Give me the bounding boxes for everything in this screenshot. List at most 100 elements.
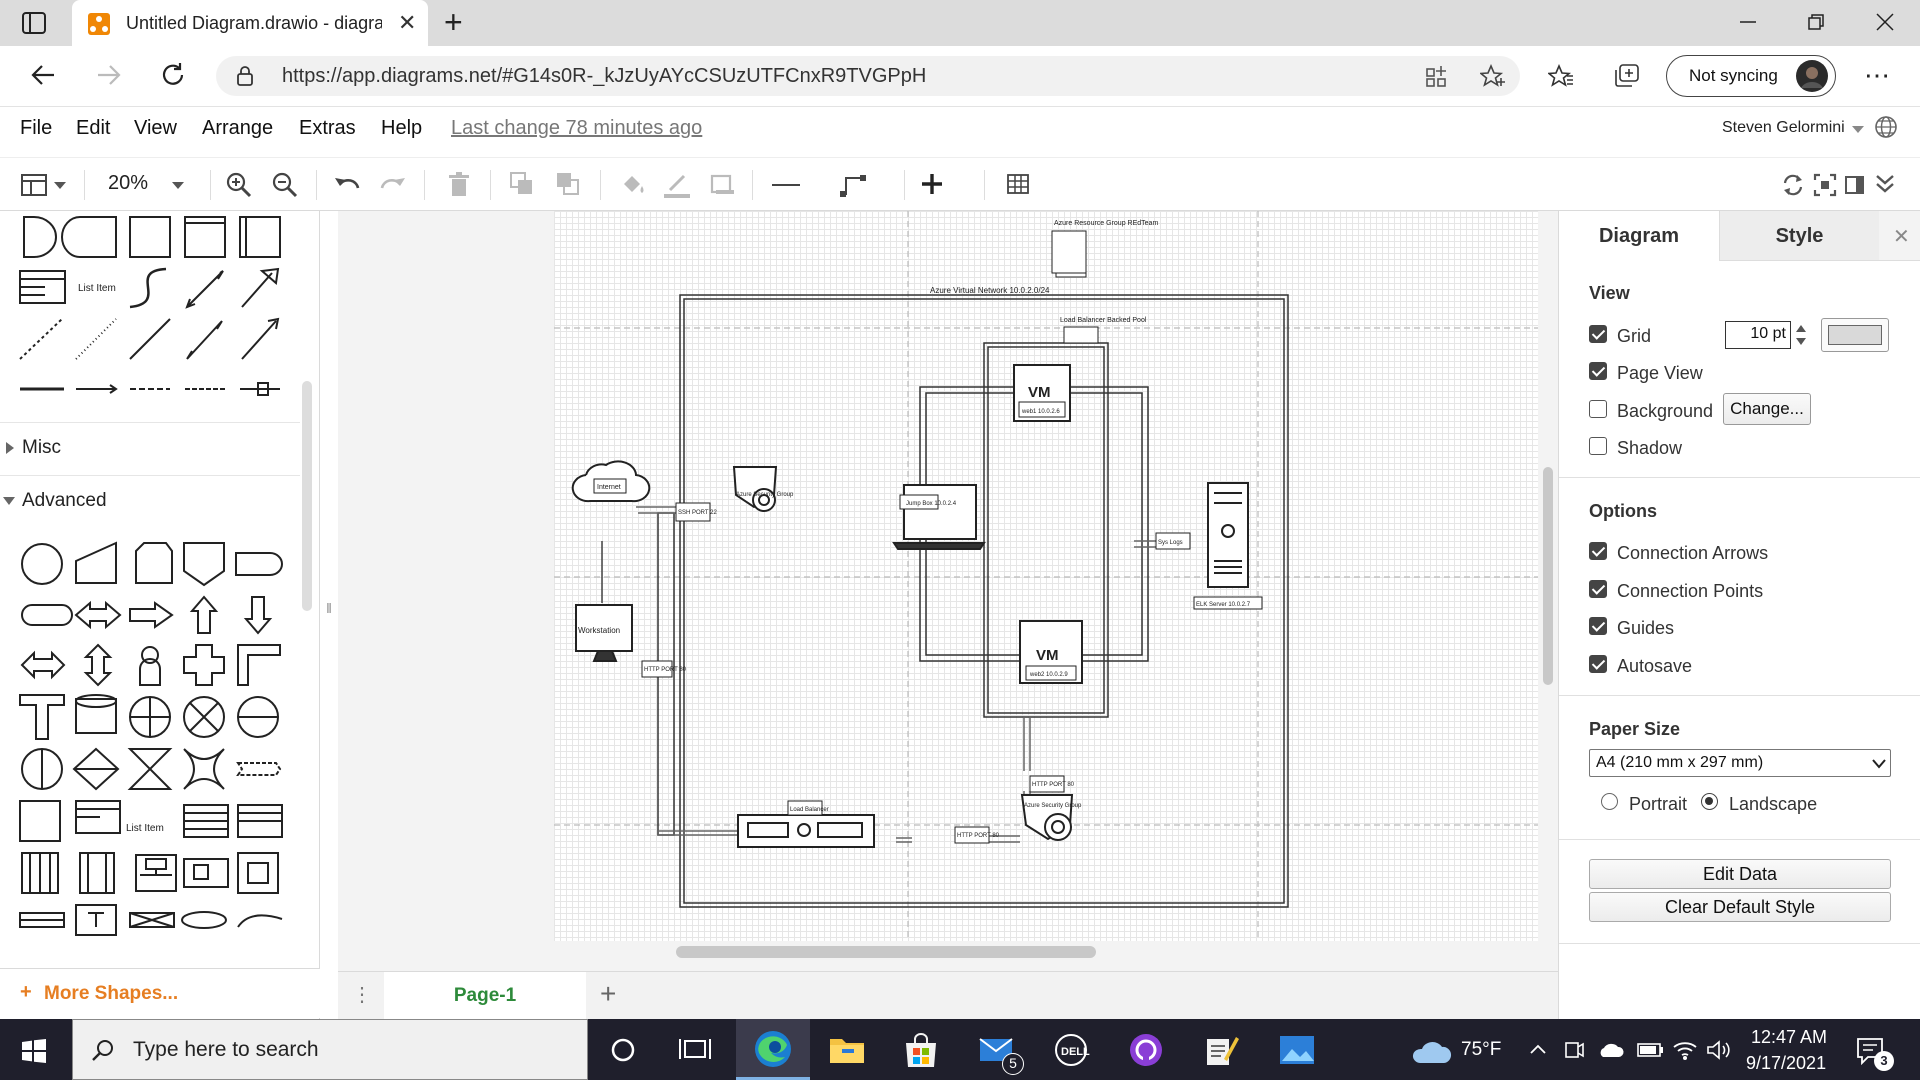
- url-field[interactable]: https://app.diagrams.net/#G14s0R-_kJzUyA…: [216, 56, 1520, 96]
- tab-close-icon[interactable]: ✕: [398, 10, 416, 36]
- page-tab-1[interactable]: Page-1: [384, 972, 586, 1020]
- grid-size-input[interactable]: 10 pt: [1725, 321, 1791, 349]
- github-desktop-icon[interactable]: [1127, 1031, 1165, 1069]
- section-advanced[interactable]: Advanced: [0, 475, 300, 525]
- tab-style[interactable]: Style: [1719, 211, 1879, 261]
- taskbar-search-box[interactable]: Type here to search: [72, 1019, 588, 1080]
- autosave-checkbox[interactable]: [1589, 655, 1607, 673]
- collections-icon[interactable]: [1614, 64, 1640, 88]
- table-icon[interactable]: [1006, 170, 1036, 200]
- add-page-button[interactable]: +: [600, 978, 616, 1010]
- shadow-checkbox[interactable]: [1589, 437, 1607, 455]
- temperature[interactable]: 75°F: [1461, 1039, 1501, 1061]
- menu-extras[interactable]: Extras: [299, 117, 356, 140]
- collapse-icon[interactable]: [1872, 170, 1902, 200]
- sidebar-resize-handle[interactable]: ‖: [321, 600, 337, 630]
- url-text[interactable]: https://app.diagrams.net/#G14s0R-_kJzUyA…: [282, 65, 926, 88]
- portrait-radio[interactable]: [1601, 793, 1618, 810]
- chevron-down-icon[interactable]: [54, 182, 66, 190]
- insert-icon[interactable]: [922, 170, 952, 200]
- onedrive-cloud-icon[interactable]: [1598, 1041, 1624, 1059]
- lock-icon[interactable]: [236, 66, 254, 86]
- active-browser-tab[interactable]: Untitled Diagram.drawio - diagra ✕: [72, 0, 428, 46]
- general-shapes-palette[interactable]: List Item: [0, 211, 300, 411]
- section-misc[interactable]: Misc: [0, 422, 300, 472]
- zoom-in-icon[interactable]: [224, 170, 254, 200]
- minimize-icon[interactable]: [1740, 20, 1756, 24]
- clock-time[interactable]: 12:47 AM: [1751, 1027, 1827, 1048]
- connection-icon[interactable]: [772, 170, 802, 200]
- menu-view[interactable]: View: [134, 117, 177, 140]
- language-globe-icon[interactable]: [1874, 115, 1898, 139]
- battery-icon[interactable]: [1636, 1041, 1664, 1059]
- show-hidden-icons-chevron-icon[interactable]: [1530, 1043, 1546, 1055]
- grid-size-stepper-icon[interactable]: [1795, 322, 1807, 348]
- window-close-icon[interactable]: [1876, 13, 1894, 31]
- user-name[interactable]: Steven Gelormini: [1722, 119, 1845, 137]
- edge-browser-icon[interactable]: [753, 1029, 791, 1067]
- diagram-drawing[interactable]: Azure Resource Group REdTeam Azure Virtu…: [554, 211, 1538, 941]
- guides-checkbox[interactable]: [1589, 617, 1607, 635]
- profile-sync-button[interactable]: Not syncing: [1666, 55, 1836, 97]
- menu-edit[interactable]: Edit: [76, 117, 110, 140]
- task-view-icon[interactable]: [676, 1031, 714, 1069]
- sidebar-scrollbar[interactable]: [302, 381, 312, 611]
- forward-icon[interactable]: [96, 63, 122, 87]
- tab-diagram[interactable]: Diagram: [1559, 211, 1719, 261]
- connection-points-checkbox[interactable]: [1589, 580, 1607, 598]
- file-explorer-icon[interactable]: [828, 1031, 866, 1069]
- back-icon[interactable]: [30, 63, 56, 87]
- advanced-shapes-palette[interactable]: List Item: [0, 529, 300, 979]
- grid-color-button[interactable]: [1821, 318, 1889, 352]
- zoom-dropdown-icon[interactable]: [172, 182, 184, 190]
- landscape-radio[interactable]: [1701, 793, 1718, 810]
- pages-menu-icon[interactable]: ⋮: [352, 982, 372, 1007]
- clear-default-style-button[interactable]: Clear Default Style: [1589, 892, 1891, 922]
- refresh-icon[interactable]: [1780, 170, 1810, 200]
- zoom-out-icon[interactable]: [270, 170, 300, 200]
- windows-start-icon[interactable]: [22, 1039, 46, 1063]
- clock-date[interactable]: 9/17/2021: [1746, 1053, 1826, 1074]
- maximize-icon[interactable]: [1808, 14, 1824, 30]
- paper-size-select[interactable]: A4 (210 mm x 297 mm): [1589, 749, 1891, 777]
- canvas-horizontal-scrollbar[interactable]: [676, 946, 1096, 958]
- change-background-button[interactable]: Change...: [1723, 393, 1811, 425]
- more-shapes-plus-icon[interactable]: +: [20, 981, 32, 1004]
- more-shapes-link[interactable]: More Shapes...: [44, 983, 178, 1005]
- notepad-icon[interactable]: [1202, 1031, 1240, 1069]
- background-checkbox[interactable]: [1589, 400, 1607, 418]
- edit-data-button[interactable]: Edit Data: [1589, 859, 1891, 889]
- close-icon[interactable]: ✕: [1893, 224, 1910, 249]
- canvas-vertical-scrollbar[interactable]: [1543, 467, 1553, 685]
- undo-icon[interactable]: [332, 170, 362, 200]
- format-panel-icon[interactable]: [20, 170, 50, 200]
- connection-arrows-checkbox[interactable]: [1589, 542, 1607, 560]
- diagram-page[interactable]: Azure Resource Group REdTeam Azure Virtu…: [554, 211, 1538, 941]
- zoom-level[interactable]: 20%: [108, 172, 148, 195]
- new-tab-button[interactable]: +: [444, 4, 463, 41]
- avatar[interactable]: [1795, 59, 1829, 93]
- fullscreen-icon[interactable]: [1812, 170, 1842, 200]
- wifi-icon[interactable]: [1672, 1039, 1698, 1061]
- grid-checkbox[interactable]: [1589, 325, 1607, 343]
- microsoft-store-icon[interactable]: [902, 1031, 940, 1069]
- app-available-icon[interactable]: [1426, 65, 1448, 87]
- reload-icon[interactable]: [160, 62, 186, 88]
- last-change-link[interactable]: Last change 78 minutes ago: [451, 117, 702, 140]
- chevron-down-icon[interactable]: [1852, 126, 1864, 134]
- page-view-checkbox[interactable]: [1589, 362, 1607, 380]
- photos-icon[interactable]: [1278, 1031, 1316, 1069]
- browser-menu-icon[interactable]: ⋯: [1864, 60, 1891, 91]
- menu-arrange[interactable]: Arrange: [202, 117, 273, 140]
- cortana-icon[interactable]: [604, 1031, 642, 1069]
- meet-now-icon[interactable]: [1564, 1039, 1584, 1061]
- waypoints-icon[interactable]: [840, 170, 870, 200]
- weather-cloud-icon[interactable]: [1412, 1037, 1452, 1065]
- tab-actions-icon[interactable]: [22, 12, 46, 34]
- format-toggle-icon[interactable]: [1842, 170, 1872, 200]
- favorites-icon[interactable]: [1548, 64, 1574, 88]
- volume-icon[interactable]: [1706, 1039, 1732, 1061]
- diagram-canvas[interactable]: Azure Resource Group REdTeam Azure Virtu…: [338, 211, 1558, 971]
- menu-help[interactable]: Help: [381, 117, 422, 140]
- menu-file[interactable]: File: [20, 117, 52, 140]
